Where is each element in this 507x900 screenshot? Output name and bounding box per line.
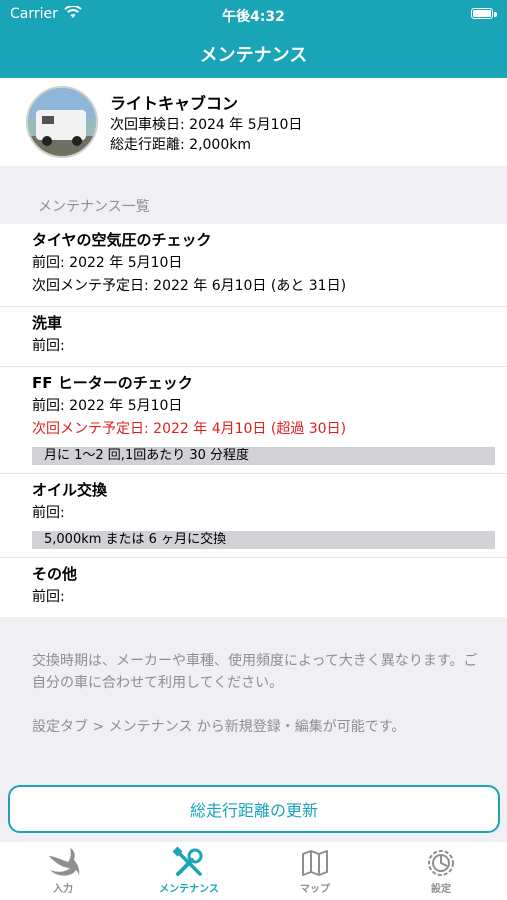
item-last-date: 前回:	[32, 338, 65, 354]
battery-icon	[471, 8, 493, 19]
item-note: 5,000km または 6 ヶ月に交換	[32, 531, 495, 549]
item-last-date: 前回:	[32, 589, 65, 605]
total-mileage: 総走行距離: 2,000km	[110, 137, 251, 153]
item-title: FF ヒーターのチェック	[32, 374, 193, 392]
wrench-screwdriver-icon	[126, 846, 252, 880]
item-title: 洗車	[32, 314, 63, 332]
maintenance-list: タイヤの空気圧のチェック 前回: 2022 年 5月10日 次回メンテ予定日: …	[0, 224, 507, 617]
map-icon	[252, 846, 378, 880]
item-title: オイル交換	[32, 481, 108, 499]
tab-maintenance[interactable]: メンテナンス	[126, 846, 252, 895]
page-title: メンテナンス	[199, 45, 308, 66]
maintenance-item-car-wash[interactable]: 洗車 前回:	[0, 307, 507, 367]
item-last-date: 前回: 2022 年 5月10日	[32, 398, 183, 414]
tab-bar: 入力 メンテナンス マップ 設定	[0, 842, 507, 900]
maintenance-item-oil-change[interactable]: オイル交換 前回: 5,000km または 6 ヶ月に交換	[0, 474, 507, 558]
item-title: タイヤの空気圧のチェック	[32, 231, 212, 249]
item-last-date: 前回:	[32, 505, 65, 521]
maintenance-item-other[interactable]: その他 前回:	[0, 558, 507, 617]
item-next-date: 次回メンテ予定日: 2022 年 6月10日 (あと 31日)	[32, 278, 347, 294]
swift-bird-icon	[0, 846, 126, 880]
tab-label: メンテナンス	[159, 884, 219, 895]
tab-map[interactable]: マップ	[252, 846, 378, 895]
footer-note-interval: 交換時期は、メーカーや車種、使用頻度によって大きく異なります。ご自分の車に合わせ…	[32, 653, 478, 691]
battery-tip	[494, 12, 497, 17]
status-bar: Carrier 午後4:32	[0, 0, 507, 30]
gear-icon	[378, 846, 504, 880]
tab-label: 設定	[431, 884, 451, 895]
vehicle-name: ライトキャブコン	[110, 94, 239, 113]
vehicle-photo	[26, 86, 98, 158]
tab-settings[interactable]: 設定	[378, 846, 504, 895]
section-header: メンテナンス一覧	[38, 199, 150, 215]
update-mileage-button[interactable]: 総走行距離の更新	[8, 785, 500, 833]
maintenance-item-tire-pressure[interactable]: タイヤの空気圧のチェック 前回: 2022 年 5月10日 次回メンテ予定日: …	[0, 224, 507, 307]
footer-notes: 交換時期は、メーカーや車種、使用頻度によって大きく異なります。ご自分の車に合わせ…	[32, 650, 487, 738]
tab-label: 入力	[53, 884, 73, 895]
vehicle-profile[interactable]: ライトキャブコン 次回車検日: 2024 年 5月10日 総走行距離: 2,00…	[0, 78, 507, 166]
item-title: その他	[32, 565, 78, 583]
inspection-date: 次回車検日: 2024 年 5月10日	[110, 117, 303, 133]
tab-label: マップ	[300, 884, 330, 895]
item-note: 月に 1〜2 回,1回あたり 30 分程度	[32, 447, 495, 465]
tab-input[interactable]: 入力	[0, 846, 126, 895]
item-next-date-overdue: 次回メンテ予定日: 2022 年 4月10日 (超過 30日)	[32, 421, 347, 437]
nav-bar: メンテナンス	[0, 30, 507, 78]
footer-note-settings: 設定タブ > メンテナンス から新規登録・編集が可能です。	[32, 719, 406, 735]
item-last-date: 前回: 2022 年 5月10日	[32, 255, 183, 271]
maintenance-item-ff-heater[interactable]: FF ヒーターのチェック 前回: 2022 年 5月10日 次回メンテ予定日: …	[0, 367, 507, 474]
status-time: 午後4:32	[222, 9, 285, 25]
